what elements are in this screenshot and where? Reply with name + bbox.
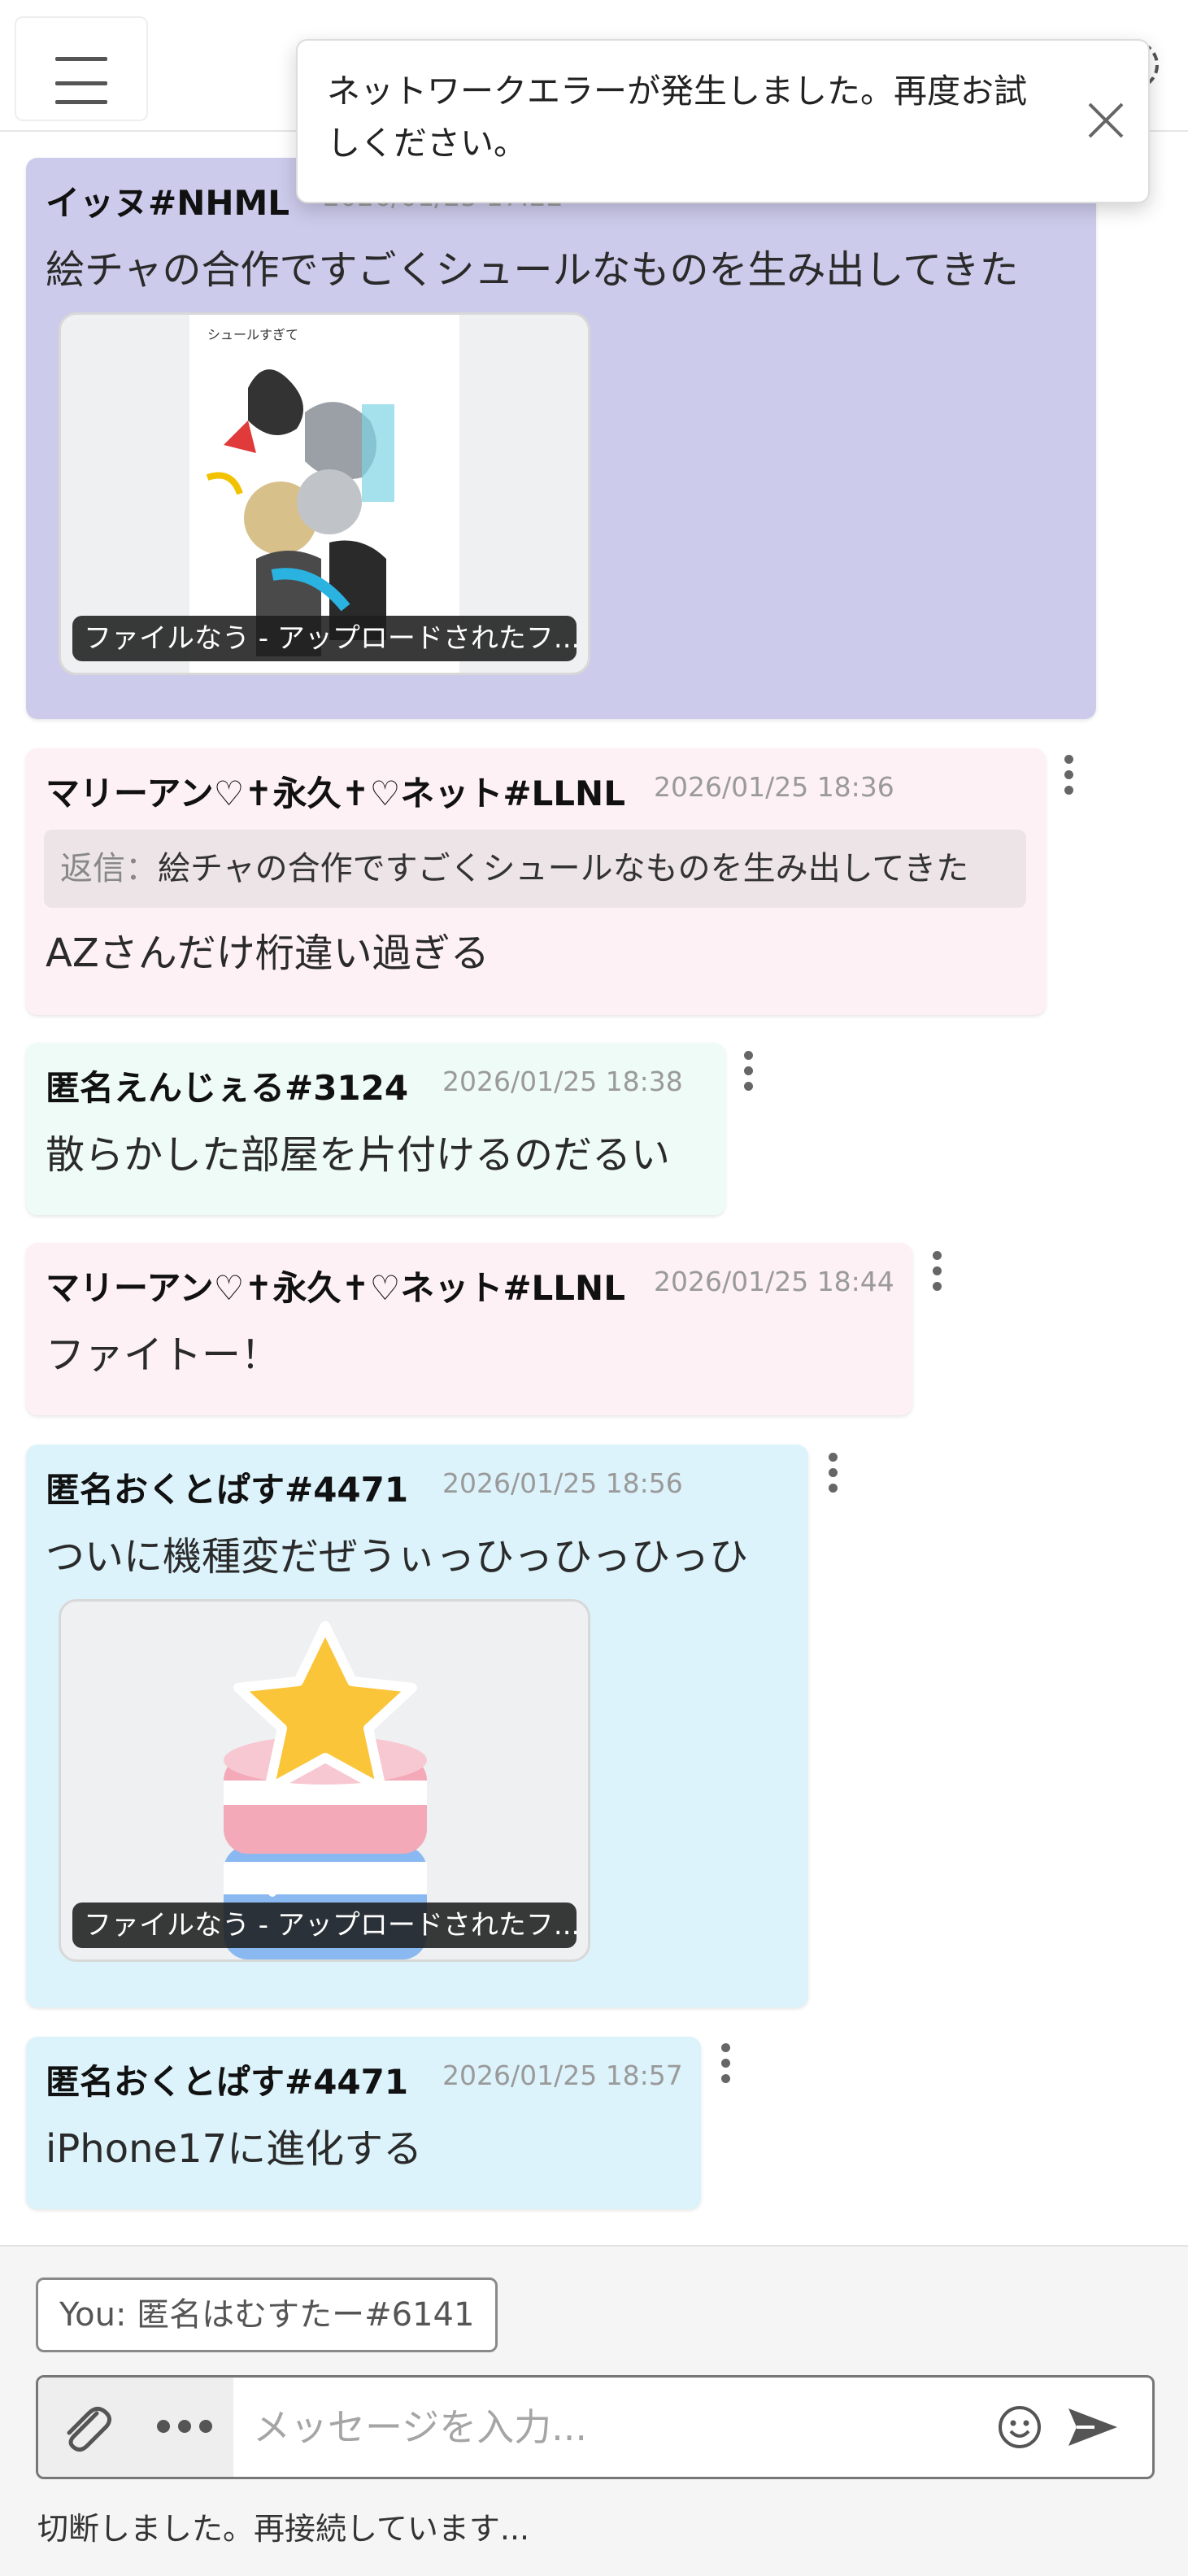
message-timestamp: 2026/01/25 18:57 (442, 2059, 683, 2091)
message-text: iPhone17に進化する (46, 2126, 423, 2172)
message-card: マリーアン♡✝永久✝♡ネット#LLNL 2026/01/25 18:44 ファイ… (26, 1243, 912, 1415)
message-text: ファイトー！ (46, 1332, 281, 1378)
message-timestamp: 2026/01/25 18:44 (654, 1266, 894, 1297)
message-menu-button[interactable] (1059, 755, 1078, 804)
message-card: 匿名おくとぱす#4471 2026/01/25 18:57 iPhone17に進… (26, 2037, 701, 2209)
message-author: 匿名おくとぱす#4471 (46, 2062, 409, 2102)
close-icon[interactable] (1083, 98, 1129, 143)
message-author: マリーアン♡✝永久✝♡ネット#LLNL (46, 774, 625, 813)
image-attachment[interactable]: ファイルなう - アップロードされたフ... (59, 1599, 590, 1962)
message-text: AZさんだけ桁違い過ぎる (46, 931, 490, 976)
message-text: ついに機種変だぜうぃっひっひっひっひ (46, 1534, 749, 1580)
message-text: 散らかした部屋を片付けるのだるい (46, 1132, 671, 1178)
image-attachment[interactable]: シュールすぎて ファイルなう - アップロードされたフ... (59, 312, 590, 675)
input-actions (38, 2378, 233, 2477)
message-author: 匿名おくとぱす#4471 (46, 1470, 409, 1510)
message-card: マリーアン♡✝永久✝♡ネット#LLNL 2026/01/25 18:36 返信：… (26, 748, 1046, 1015)
message-menu-button[interactable] (738, 1051, 758, 1100)
message-timestamp: 2026/01/25 18:56 (442, 1467, 683, 1499)
message-menu-button[interactable] (716, 2043, 735, 2092)
message-input-bar (36, 2375, 1155, 2479)
message-input[interactable] (251, 2400, 986, 2454)
reply-quote[interactable]: 返信：絵チャの合作ですごくシュールなものを生み出してきた (44, 830, 1026, 908)
attachment-caption: ファイルなう - アップロードされたフ... (72, 1903, 577, 1948)
message-text: 絵チャの合作ですごくシュールなものを生み出してきた (46, 247, 1019, 293)
emoji-icon[interactable] (996, 2404, 1043, 2451)
message-timestamp: 2026/01/25 18:38 (442, 1066, 683, 1097)
message-author: 匿名えんじぇる#3124 (46, 1068, 409, 1108)
more-horizontal-icon[interactable] (152, 2410, 217, 2443)
message-card: 匿名えんじぇる#3124 2026/01/25 18:38 散らかした部屋を片付… (26, 1043, 725, 1215)
error-toast: ネットワークエラーが発生しました。再度お試しください。 (296, 39, 1150, 203)
reply-label: 返信： (60, 850, 158, 887)
message-timestamp: 2026/01/25 18:36 (654, 771, 894, 803)
identity-chip[interactable]: You: 匿名はむすたー#6141 (36, 2277, 498, 2352)
message-author: イッヌ#NHML (46, 183, 290, 223)
hamburger-menu-icon (55, 57, 107, 61)
attachment-caption: ファイルなう - アップロードされたフ... (72, 616, 577, 661)
toast-message: ネットワークエラーが発生しました。再度お試しください。 (327, 72, 1027, 163)
message-author: マリーアン♡✝永久✝♡ネット#LLNL (46, 1268, 625, 1308)
connection-status: 切断しました。再接続しています... (37, 2511, 530, 2547)
message-menu-button[interactable] (823, 1453, 842, 1502)
message-card: イッヌ#NHML 2026/01/25 17:22 絵チャの合作ですごくシュール… (26, 158, 1096, 719)
menu-button[interactable] (15, 16, 148, 121)
message-card: 匿名おくとぱす#4471 2026/01/25 18:56 ついに機種変だぜうぃ… (26, 1445, 808, 2007)
send-icon[interactable] (1067, 2405, 1119, 2449)
message-menu-button[interactable] (927, 1251, 946, 1300)
reply-text: 絵チャの合作ですごくシュールなものを生み出してきた (158, 850, 969, 887)
paperclip-icon[interactable] (58, 2402, 115, 2454)
svg-text:シュールすぎて: シュールすぎて (207, 327, 298, 342)
